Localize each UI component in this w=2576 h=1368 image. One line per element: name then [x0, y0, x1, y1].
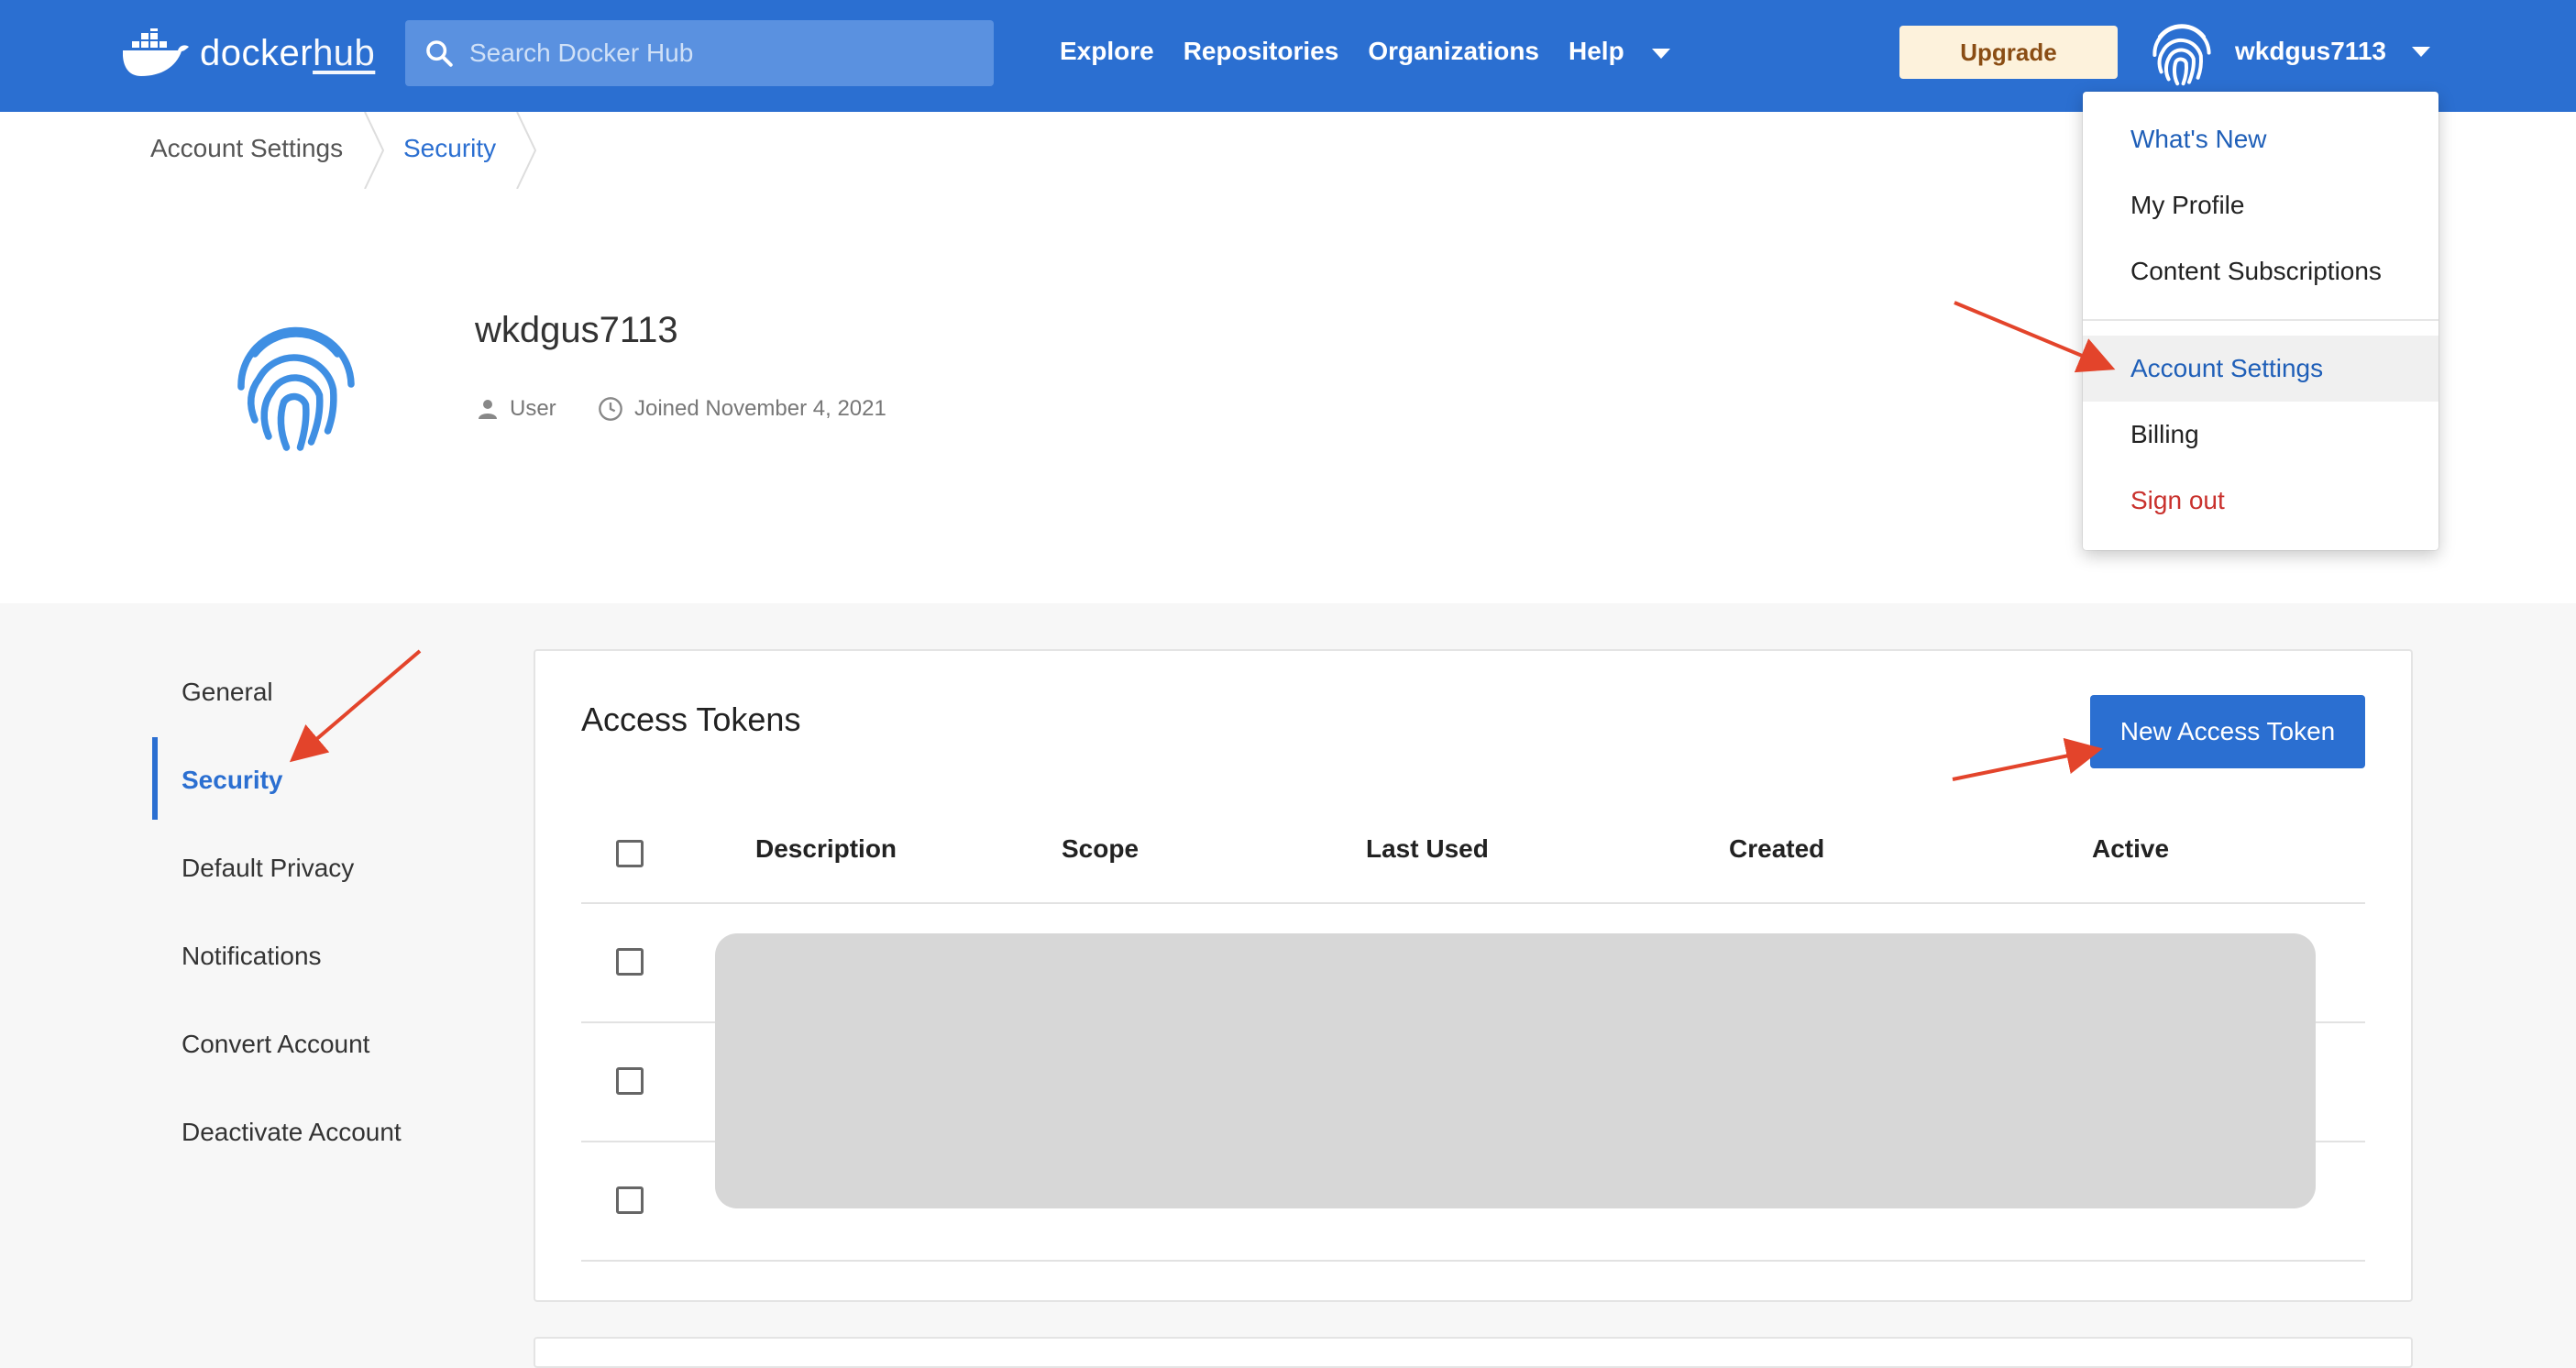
- redacted-token-rows: [715, 933, 2316, 1208]
- menu-item-whats-new[interactable]: What's New: [2083, 106, 2438, 172]
- profile-role-text: User: [510, 396, 556, 421]
- row-checkbox[interactable]: [616, 1067, 644, 1095]
- nav-repositories[interactable]: Repositories: [1183, 37, 1339, 66]
- nav-help[interactable]: Help: [1569, 37, 1624, 66]
- header-username: wkdgus7113: [2235, 37, 2386, 65]
- column-active[interactable]: Active: [2092, 834, 2169, 864]
- user-icon: [479, 400, 497, 419]
- next-section-card: [534, 1337, 2413, 1368]
- sidebar-item-security[interactable]: Security: [152, 737, 455, 825]
- menu-item-account-settings[interactable]: Account Settings: [2083, 336, 2438, 402]
- settings-sidebar: General Security Default Privacy Notific…: [152, 649, 455, 1177]
- breadcrumb-separator: [364, 112, 385, 189]
- chevron-down-icon[interactable]: [1651, 48, 1670, 59]
- column-created[interactable]: Created: [1729, 834, 1824, 864]
- nav-organizations[interactable]: Organizations: [1368, 37, 1539, 66]
- select-all-checkbox[interactable]: [616, 840, 644, 867]
- docker-hub-logo[interactable]: dockerhub: [121, 24, 375, 83]
- profile-joined: Joined November 4, 2021: [598, 396, 886, 422]
- breadcrumb-security[interactable]: Security: [403, 134, 496, 163]
- menu-item-my-profile[interactable]: My Profile: [2083, 172, 2438, 238]
- search-icon: [426, 40, 453, 67]
- breadcrumb-account-settings[interactable]: Account Settings: [150, 134, 343, 163]
- sidebar-item-deactivate-account[interactable]: Deactivate Account: [152, 1089, 455, 1177]
- search-input[interactable]: [468, 38, 985, 69]
- sidebar-item-convert-account[interactable]: Convert Account: [152, 1001, 455, 1089]
- upgrade-button[interactable]: Upgrade: [1899, 26, 2118, 79]
- tokens-table-header: Description Scope Last Used Created Acti…: [581, 801, 2365, 904]
- breadcrumb-separator: [516, 112, 537, 189]
- logo-hub-text: hub: [313, 32, 376, 73]
- menu-divider: [2083, 319, 2438, 321]
- menu-item-content-subscriptions[interactable]: Content Subscriptions: [2083, 238, 2438, 304]
- main-nav: Explore Repositories Organizations Help: [1060, 37, 1670, 66]
- menu-item-billing[interactable]: Billing: [2083, 402, 2438, 468]
- menu-item-sign-out[interactable]: Sign out: [2083, 468, 2438, 534]
- profile-name: wkdgus7113: [475, 310, 678, 350]
- fingerprint-avatar-icon: [237, 326, 355, 451]
- sidebar-item-notifications[interactable]: Notifications: [152, 913, 455, 1001]
- profile-role: User: [477, 396, 556, 422]
- row-checkbox[interactable]: [616, 948, 644, 976]
- card-title: Access Tokens: [581, 701, 801, 738]
- logo-docker-text: docker: [200, 32, 314, 73]
- row-checkbox[interactable]: [616, 1186, 644, 1214]
- sidebar-item-default-privacy[interactable]: Default Privacy: [152, 825, 455, 913]
- search-box[interactable]: [405, 20, 994, 86]
- column-description[interactable]: Description: [755, 834, 897, 864]
- user-menu-toggle[interactable]: wkdgus7113: [2145, 15, 2430, 88]
- column-scope[interactable]: Scope: [1062, 834, 1139, 864]
- sidebar-item-general[interactable]: General: [152, 649, 455, 737]
- clock-icon: [599, 397, 622, 421]
- new-access-token-button[interactable]: New Access Token: [2090, 695, 2365, 768]
- chevron-down-icon[interactable]: [2411, 46, 2430, 57]
- user-dropdown-menu: What's New My Profile Content Subscripti…: [2083, 92, 2438, 550]
- nav-explore[interactable]: Explore: [1060, 37, 1154, 66]
- column-last-used[interactable]: Last Used: [1366, 834, 1489, 864]
- fingerprint-avatar-icon: [2152, 24, 2211, 86]
- docker-whale-icon: [123, 28, 189, 76]
- profile-joined-text: Joined November 4, 2021: [634, 396, 886, 421]
